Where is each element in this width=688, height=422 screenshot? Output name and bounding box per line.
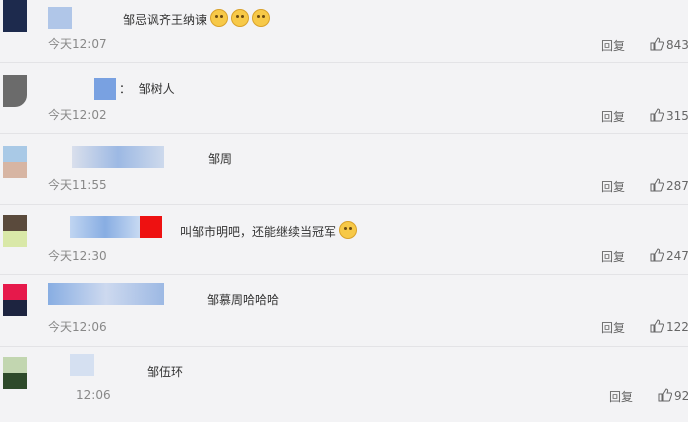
like-button[interactable]: 287 <box>650 178 688 193</box>
avatar[interactable] <box>3 357 27 389</box>
smile-emoji-icon <box>231 9 250 27</box>
comment-item: 邹忌讽齐王纳谏 今天12:07 回复 843 <box>0 0 688 70</box>
reply-button[interactable]: 回复 <box>601 37 625 54</box>
like-count: 315 <box>666 109 688 123</box>
comment-text: 邹忌讽齐王纳谏 <box>123 9 271 28</box>
divider <box>0 133 688 134</box>
reply-button[interactable]: 回复 <box>601 178 625 195</box>
reply-button[interactable]: 回复 <box>601 108 625 125</box>
avatar[interactable] <box>3 215 27 247</box>
thumbs-up-icon <box>650 37 665 51</box>
thumbs-up-icon <box>650 248 665 262</box>
comment-item: 邹周 今天11:55 回复 287 <box>0 140 688 210</box>
divider <box>0 204 688 205</box>
like-count: 287 <box>666 179 688 193</box>
comment-text: 叫邹市明吧，还能继续当冠军 <box>180 221 358 240</box>
comment-text: 邹伍环 <box>147 365 184 379</box>
avatar[interactable] <box>3 75 27 107</box>
divider <box>0 62 688 63</box>
username-blurred-badge <box>140 216 162 238</box>
comment-text: ： 邹树人 <box>119 82 175 96</box>
avatar[interactable] <box>3 0 27 32</box>
reply-button[interactable]: 回复 <box>601 248 625 265</box>
comment-item: 叫邹市明吧，还能继续当冠军 今天12:30 回复 247 <box>0 210 688 280</box>
like-button[interactable]: 843 <box>650 37 688 52</box>
username-blurred[interactable] <box>94 78 116 100</box>
thumbs-up-icon <box>650 178 665 192</box>
username-blurred[interactable] <box>48 7 72 29</box>
username-blurred[interactable] <box>70 354 94 376</box>
smile-emoji-icon <box>210 9 229 27</box>
like-button[interactable]: 315 <box>650 108 688 123</box>
username-blurred[interactable] <box>70 216 140 238</box>
comment-time: 今天12:06 <box>48 320 107 334</box>
username-blurred[interactable] <box>72 146 164 168</box>
avatar[interactable] <box>3 284 27 316</box>
username-blurred[interactable] <box>48 283 164 305</box>
comment-time: 今天12:30 <box>48 249 107 263</box>
comment-item: 邹慕周哈哈哈 今天12:06 回复 122 <box>0 280 688 350</box>
like-button[interactable]: 92 <box>658 388 688 403</box>
thumbs-up-icon <box>650 108 665 122</box>
like-button[interactable]: 247 <box>650 248 688 263</box>
like-count: 122 <box>666 320 688 334</box>
laugh-cry-emoji-icon <box>339 221 358 239</box>
comment-item: 邹伍环 12:06 回复 92 <box>0 352 688 422</box>
comment-time: 今天11:55 <box>48 178 107 192</box>
comment-text: 邹周 <box>208 152 233 166</box>
reply-button[interactable]: 回复 <box>609 388 633 405</box>
comment-time: 今天12:02 <box>48 108 107 122</box>
like-count: 92 <box>674 389 688 403</box>
smile-emoji-icon <box>252 9 271 27</box>
divider <box>0 274 688 275</box>
comment-item: ： 邹树人 今天12:02 回复 315 <box>0 70 688 140</box>
comment-text: 邹慕周哈哈哈 <box>207 293 280 307</box>
like-count: 843 <box>666 38 688 52</box>
avatar[interactable] <box>3 146 27 178</box>
thumbs-up-icon <box>650 319 665 333</box>
like-button[interactable]: 122 <box>650 319 688 334</box>
comment-time: 今天12:07 <box>48 37 107 51</box>
reply-button[interactable]: 回复 <box>601 319 625 336</box>
divider <box>0 346 688 347</box>
like-count: 247 <box>666 249 688 263</box>
